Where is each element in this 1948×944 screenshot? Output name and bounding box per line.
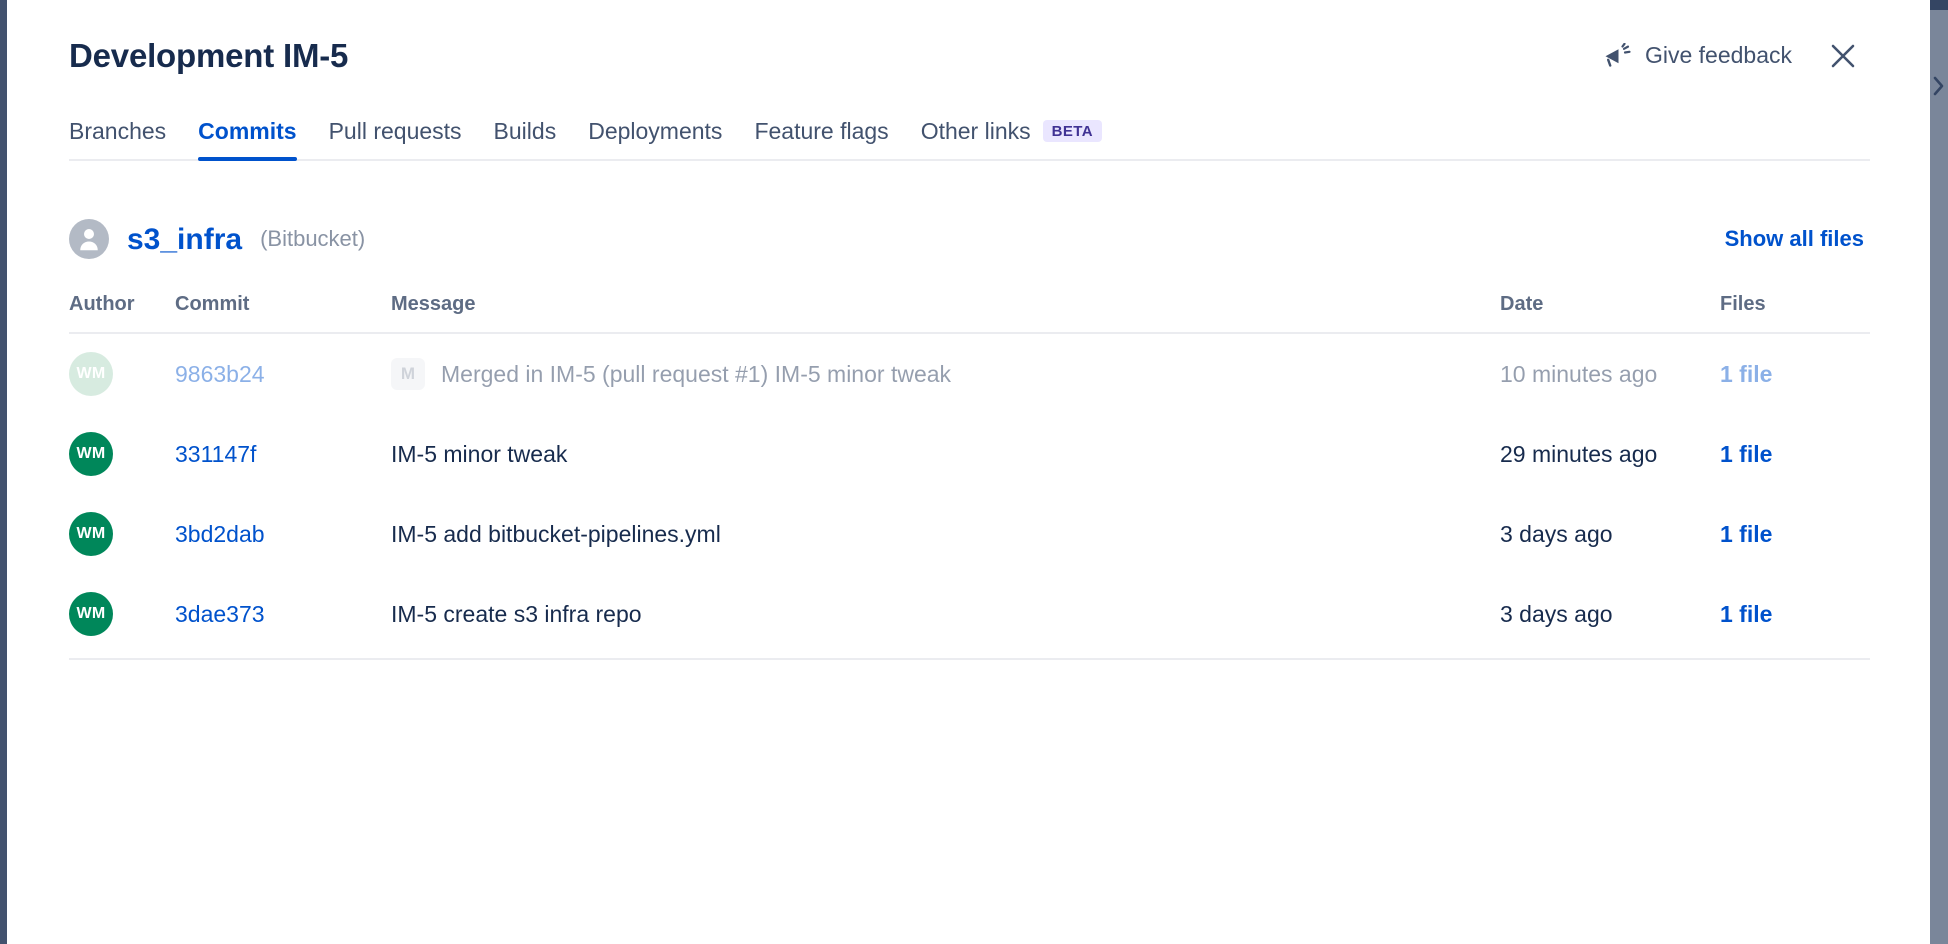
beta-badge: BETA [1043, 120, 1102, 142]
table-header-row: Author Commit Message Date Files [69, 293, 1870, 333]
cell-date: 3 days ago [1500, 574, 1720, 659]
commit-message: IM-5 add bitbucket-pipelines.yml [391, 521, 721, 548]
cell-commit: 9863b24 [175, 333, 391, 414]
header-actions: Give feedback [1601, 37, 1870, 75]
merge-badge: M [391, 358, 425, 390]
column-header-message: Message [391, 293, 1500, 333]
cell-files: 1 file [1720, 333, 1870, 414]
left-edge-strip [0, 0, 7, 944]
commit-message: Merged in IM-5 (pull request #1) IM-5 mi… [441, 361, 951, 388]
cell-message: IM-5 minor tweak [391, 414, 1500, 494]
tab-pull-requests[interactable]: Pull requests [313, 112, 478, 160]
repository-header: s3_infra (Bitbucket) Show all files [69, 219, 1870, 259]
cell-date: 3 days ago [1500, 494, 1720, 574]
repository-name-link[interactable]: s3_infra [127, 223, 242, 256]
commit-hash-link[interactable]: 9863b24 [175, 361, 265, 387]
tab-deployments[interactable]: Deployments [572, 112, 738, 160]
cell-message: IM-5 create s3 infra repo [391, 574, 1500, 659]
cell-files: 1 file [1720, 494, 1870, 574]
show-all-files-link[interactable]: Show all files [1725, 226, 1870, 252]
megaphone-icon [1603, 43, 1633, 69]
cell-commit: 3dae373 [175, 574, 391, 659]
table-row[interactable]: WM 331147f IM-5 minor tweak 29 minutes a… [69, 414, 1870, 494]
tab-label: Commits [198, 118, 296, 146]
table-row[interactable]: WM 3dae373 IM-5 create s3 infra repo 3 d… [69, 574, 1870, 659]
commit-message: IM-5 create s3 infra repo [391, 601, 642, 628]
tab-label: Other links [921, 118, 1031, 146]
cell-author: WM [69, 574, 175, 659]
files-link[interactable]: 1 file [1720, 521, 1772, 547]
development-panel: Development IM-5 Give feedback Bra [7, 0, 1930, 944]
commits-table: Author Commit Message Date Files WM 9863… [69, 293, 1870, 660]
avatar: WM [69, 352, 113, 396]
table-row[interactable]: WM 3bd2dab IM-5 add bitbucket-pipelines.… [69, 494, 1870, 574]
tab-other-links[interactable]: Other links BETA [905, 112, 1118, 160]
tab-label: Builds [494, 118, 557, 146]
chevron-right-icon [1932, 75, 1946, 97]
handle-cap [1930, 0, 1948, 10]
tab-label: Feature flags [754, 118, 888, 146]
give-feedback-label: Give feedback [1645, 44, 1792, 67]
cell-files: 1 file [1720, 414, 1870, 494]
commits-table-body: WM 9863b24 M Merged in IM-5 (pull reques… [69, 333, 1870, 659]
commit-hash-link[interactable]: 331147f [175, 441, 256, 467]
commit-message: IM-5 minor tweak [391, 441, 567, 468]
tab-label: Pull requests [329, 118, 462, 146]
close-icon [1828, 41, 1858, 71]
column-header-commit: Commit [175, 293, 391, 333]
panel-collapse-handle[interactable] [1930, 0, 1948, 944]
cell-author: WM [69, 494, 175, 574]
tab-builds[interactable]: Builds [478, 112, 573, 160]
cell-message: IM-5 add bitbucket-pipelines.yml [391, 494, 1500, 574]
commits-table-head: Author Commit Message Date Files [69, 293, 1870, 333]
files-link[interactable]: 1 file [1720, 441, 1772, 467]
cell-date: 10 minutes ago [1500, 333, 1720, 414]
cell-date: 29 minutes ago [1500, 414, 1720, 494]
tab-feature-flags[interactable]: Feature flags [738, 112, 904, 160]
give-feedback-button[interactable]: Give feedback [1601, 39, 1794, 73]
commit-hash-link[interactable]: 3dae373 [175, 601, 265, 627]
cell-author: WM [69, 414, 175, 494]
tab-branches[interactable]: Branches [69, 112, 182, 160]
column-header-author: Author [69, 293, 175, 333]
cell-commit: 3bd2dab [175, 494, 391, 574]
avatar: WM [69, 592, 113, 636]
tab-label: Branches [69, 118, 166, 146]
page-title: Development IM-5 [69, 36, 348, 76]
cell-message: M Merged in IM-5 (pull request #1) IM-5 … [391, 333, 1500, 414]
panel-header: Development IM-5 Give feedback [69, 0, 1870, 76]
cell-author: WM [69, 333, 175, 414]
files-link[interactable]: 1 file [1720, 361, 1772, 387]
table-row[interactable]: WM 9863b24 M Merged in IM-5 (pull reques… [69, 333, 1870, 414]
person-icon [69, 219, 109, 259]
commit-hash-link[interactable]: 3bd2dab [175, 521, 265, 547]
tab-label: Deployments [588, 118, 722, 146]
tab-bar: Branches Commits Pull requests Builds De… [69, 112, 1870, 162]
column-header-files: Files [1720, 293, 1870, 333]
repository-source: (Bitbucket) [260, 227, 365, 251]
avatar: WM [69, 432, 113, 476]
column-header-date: Date [1500, 293, 1720, 333]
tab-commits[interactable]: Commits [182, 112, 312, 160]
close-button[interactable] [1824, 37, 1862, 75]
files-link[interactable]: 1 file [1720, 601, 1772, 627]
avatar: WM [69, 512, 113, 556]
cell-files: 1 file [1720, 574, 1870, 659]
repository-identity: s3_infra (Bitbucket) [69, 219, 365, 259]
cell-commit: 331147f [175, 414, 391, 494]
